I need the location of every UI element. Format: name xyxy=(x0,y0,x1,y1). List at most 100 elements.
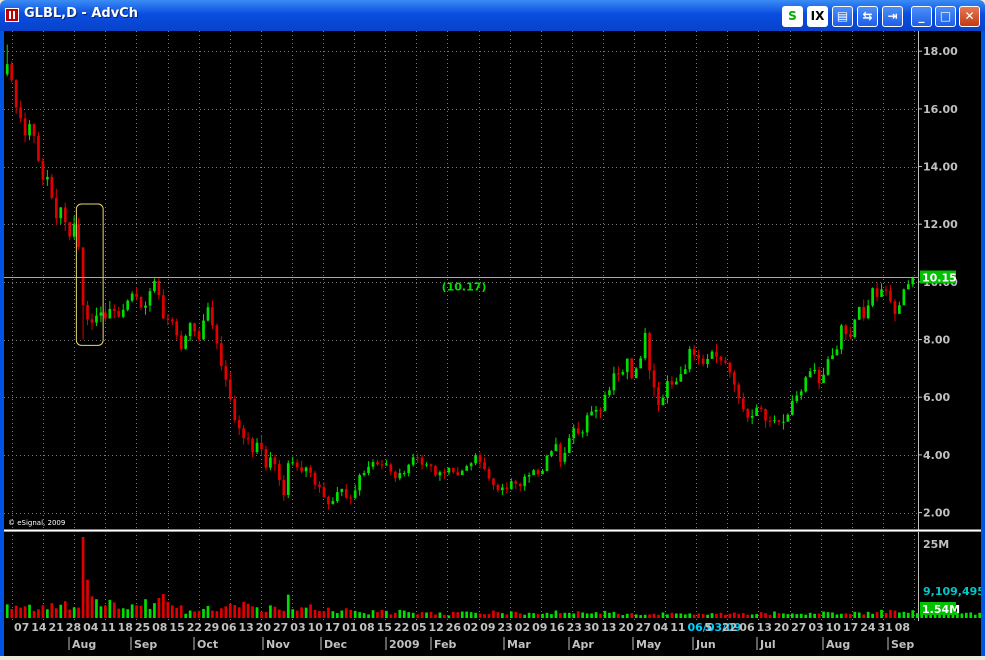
candle-body xyxy=(425,464,428,466)
x-date-label: 20 xyxy=(774,621,790,634)
candle-body xyxy=(166,318,170,320)
volume-bar xyxy=(554,610,558,618)
candle-body xyxy=(773,420,776,422)
volume-bar xyxy=(108,599,112,618)
candle-body xyxy=(688,349,692,370)
volume-bar xyxy=(139,605,143,618)
candle-body xyxy=(260,442,263,450)
candle-body xyxy=(692,349,696,355)
candle-body xyxy=(286,463,290,495)
volume-bars xyxy=(5,537,985,618)
candle-body xyxy=(572,428,576,439)
minimize-button[interactable]: _ xyxy=(911,6,932,27)
volume-bar xyxy=(492,610,495,618)
candle-body xyxy=(755,407,758,416)
candle-body xyxy=(153,281,156,292)
y-tick-label: 6.00 xyxy=(923,391,950,404)
candle-body xyxy=(371,462,375,467)
pin-button[interactable]: ⇥ xyxy=(882,6,903,27)
chart-area[interactable]: (10.17) © eSignal, 2009 18.00 16.00 14.00 1… xyxy=(4,31,985,656)
volume-bar xyxy=(389,614,393,618)
candle-body xyxy=(862,306,866,319)
candle-body xyxy=(532,470,535,476)
x-date-label: 11 xyxy=(100,621,115,634)
volume-bar xyxy=(273,606,277,618)
close-button[interactable]: ✕ xyxy=(959,6,980,27)
candle-body xyxy=(99,312,103,316)
x-date-label: 03 xyxy=(808,621,823,634)
candle-body xyxy=(576,428,580,434)
candle-body xyxy=(527,475,531,477)
candle-body xyxy=(59,207,63,219)
candle-body xyxy=(309,467,312,473)
candle-body xyxy=(443,472,446,474)
candle-body xyxy=(581,432,585,434)
x-date-label: 03 xyxy=(290,621,305,634)
candle-body xyxy=(880,289,883,297)
candle-body xyxy=(675,381,678,385)
volume-bar xyxy=(960,613,964,618)
maximize-button[interactable]: □ xyxy=(935,6,956,27)
price-candles xyxy=(5,44,915,510)
volume-bar xyxy=(77,607,80,618)
volume-bar xyxy=(804,614,808,618)
candle-body xyxy=(844,325,848,335)
candle-body xyxy=(817,369,821,384)
x-date-label: 09 xyxy=(480,621,495,634)
candle-body xyxy=(701,358,705,365)
volume-bar xyxy=(866,611,870,618)
volume-bar xyxy=(697,613,700,618)
y-tick-label: 18.00 xyxy=(923,45,958,58)
candle-body xyxy=(594,409,598,412)
volume-bar xyxy=(536,614,540,618)
x-date-label: 29 xyxy=(204,621,219,634)
chart-canvas[interactable]: (10.17) © eSignal, 2009 18.00 16.00 14.00 1… xyxy=(4,31,985,656)
volume-bar xyxy=(701,614,705,618)
candle-body xyxy=(831,355,834,360)
volume-bar xyxy=(541,613,544,618)
candle-body xyxy=(130,293,134,301)
y-tick-label: 2.00 xyxy=(923,507,950,520)
link-button[interactable]: ⇆ xyxy=(857,6,878,27)
title-bar[interactable]: GLBL,D - AdvCh S IX ▤ ⇆ ⇥ _ □ ✕ xyxy=(0,0,985,31)
x-date-label: 24 xyxy=(860,621,876,634)
candle-body xyxy=(782,421,785,423)
candle-body xyxy=(871,288,874,306)
x-date-label: 14 xyxy=(31,621,47,634)
highlight-box[interactable] xyxy=(75,203,104,346)
volume-bar xyxy=(416,614,419,618)
candle-body xyxy=(46,176,49,180)
volume-bar xyxy=(764,613,767,618)
volume-bar xyxy=(545,612,549,618)
volume-bar xyxy=(68,609,72,618)
x-date-label: 27 xyxy=(636,621,651,634)
volume-bar xyxy=(661,612,665,618)
volume-bar xyxy=(385,610,388,618)
volume-bar xyxy=(376,612,379,618)
ix-button[interactable]: IX xyxy=(807,6,828,27)
s-button[interactable]: S xyxy=(782,6,803,27)
candle-body xyxy=(875,288,879,297)
candle-body xyxy=(170,319,174,322)
volume-bar xyxy=(679,613,683,618)
candle-body xyxy=(634,368,638,379)
candle-body xyxy=(621,372,625,375)
volume-bar xyxy=(144,599,147,618)
volume-bar xyxy=(380,609,384,618)
candle-body xyxy=(95,315,98,323)
x-month-label: Nov xyxy=(266,638,291,651)
x-date-label: 04 xyxy=(653,621,669,634)
volume-bar xyxy=(715,613,718,618)
volume-bar xyxy=(130,604,134,618)
volume-bar xyxy=(282,610,286,618)
volume-bar xyxy=(465,611,469,618)
candle-body xyxy=(567,438,571,453)
layout-button[interactable]: ▤ xyxy=(832,6,853,27)
y-tick-label: 12.00 xyxy=(923,218,958,231)
candle-body xyxy=(291,462,295,464)
volume-bar xyxy=(911,610,915,618)
candle-body xyxy=(492,478,495,485)
volume-bar xyxy=(648,614,651,618)
volume-bar xyxy=(286,594,290,618)
candle-body xyxy=(5,64,9,75)
